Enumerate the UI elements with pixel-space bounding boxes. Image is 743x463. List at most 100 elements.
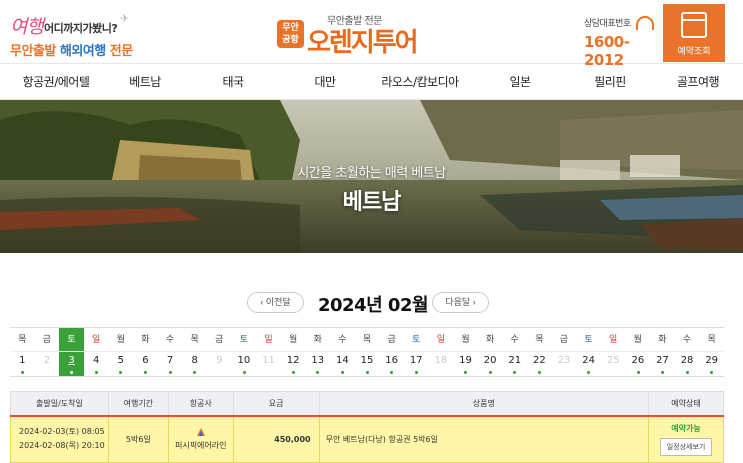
- calendar-day-label: 2: [43, 355, 51, 366]
- headset-icon: [636, 16, 654, 30]
- calendar-day[interactable]: 목1: [10, 328, 35, 376]
- calendar-day[interactable]: 화6: [133, 328, 158, 376]
- nav-item-taiwan[interactable]: 대만: [288, 64, 362, 99]
- detail-button[interactable]: 일정상세보기: [659, 437, 713, 456]
- calendar-day-number: 3: [59, 352, 84, 376]
- calendar-day[interactable]: 화 20: [477, 328, 503, 376]
- next-month-button[interactable]: 다음달 ›: [432, 292, 489, 313]
- col-header-product: 상품명: [318, 391, 650, 416]
- calendar-day[interactable]: 월5: [108, 328, 134, 376]
- cell-airline: 퍼시픽에어라인: [167, 414, 234, 463]
- calendar-day[interactable]: 금2: [34, 328, 60, 376]
- reservation-lookup-button[interactable]: 예약조회: [663, 4, 725, 62]
- calendar-strip: 목 1 금 2 토 3 일 4 월 5 화 6 수 7 목 8 금 9 토 10 일 11 월 12 화 13 수 14 목 15 금 16 토…: [10, 327, 724, 377]
- calendar-day-number: 12: [281, 352, 306, 376]
- calendar-day[interactable]: 일 25: [600, 328, 626, 376]
- calendar-day-number: 7: [158, 352, 183, 376]
- calendar-weekday: 목: [354, 328, 380, 352]
- calendar-day[interactable]: 수 28: [674, 328, 700, 376]
- table-row[interactable]: 2024-02-03(토) 08:05 2024-02-08(목) 20:10 …: [10, 414, 724, 463]
- calendar-day-label: 18: [434, 355, 448, 366]
- calendar-day-label: 4: [92, 355, 100, 366]
- calendar-day[interactable]: 토 17: [403, 328, 429, 376]
- calendar-weekday: 목: [527, 328, 552, 352]
- nav-item-philippines[interactable]: 필리핀: [562, 64, 658, 99]
- col-header-status: 예약상태: [648, 391, 724, 416]
- hero-subtitle: 시간을 초월하는 매력 베트남: [297, 166, 446, 181]
- orange-tour-logo[interactable]: 무안 공항 무안출발 전문 오렌지투어: [277, 10, 437, 58]
- calendar-day[interactable]: 화 13: [305, 328, 331, 376]
- calendar-weekday: 목: [182, 328, 207, 352]
- calendar-day[interactable]: 화 27: [650, 328, 675, 376]
- calendar-day[interactable]: 토 10: [231, 328, 257, 376]
- nav-item-thailand[interactable]: 태국: [178, 64, 288, 99]
- calendar-day-label: 25: [606, 355, 620, 366]
- calendar-day[interactable]: 일 11: [256, 328, 281, 376]
- calendar-day[interactable]: 수 21: [502, 328, 528, 376]
- calendar-weekday: 토: [59, 328, 84, 352]
- nav-item-vietnam[interactable]: 베트남: [112, 64, 178, 99]
- calendar-check-icon: [681, 12, 707, 38]
- calendar-day[interactable]: 토3: [59, 328, 84, 376]
- calendar-day[interactable]: 토 24: [576, 328, 601, 376]
- prev-month-button[interactable]: ‹ 이전달: [247, 292, 304, 313]
- nav-item-japan[interactable]: 일본: [478, 64, 562, 99]
- calendar-day[interactable]: 월 26: [625, 328, 651, 376]
- calendar-day[interactable]: 월 19: [453, 328, 478, 376]
- calendar-day-label: 19: [459, 355, 472, 366]
- calendar-day[interactable]: 일4: [83, 328, 109, 376]
- calendar-day[interactable]: 월 12: [280, 328, 306, 376]
- chevron-left-icon: ‹: [260, 297, 264, 307]
- plane-icon: ✈: [120, 12, 130, 25]
- tour-logo[interactable]: 여행 어디까지가봤니? ✈ 무안출발 해외여행 전문: [8, 10, 158, 59]
- calendar-weekday: 일: [428, 328, 454, 352]
- calendar-day-number: 2: [35, 352, 60, 376]
- calendar-weekday: 목: [699, 328, 724, 352]
- logo-script-text: 여행: [10, 16, 44, 38]
- calendar-day[interactable]: 목 15: [354, 328, 380, 376]
- calendar-day-label: 10: [237, 355, 251, 366]
- calendar-weekday: 일: [256, 328, 281, 352]
- calendar-day-label: 14: [336, 355, 349, 366]
- calendar-weekday: 토: [231, 328, 257, 352]
- calendar-weekday: 월: [625, 328, 651, 352]
- calendar-day[interactable]: 수7: [157, 328, 183, 376]
- calendar-day[interactable]: 금 16: [379, 328, 404, 376]
- calendar-day[interactable]: 수 14: [330, 328, 355, 376]
- calendar-day-label: 28: [680, 355, 694, 366]
- calendar-day-label: 20: [483, 355, 497, 366]
- logo-bottom-3: 전문: [109, 44, 133, 59]
- nav-item-golf[interactable]: 골프여행: [658, 64, 738, 99]
- hero-title: 베트남: [342, 190, 402, 215]
- calendar-day[interactable]: 금 23: [551, 328, 577, 376]
- hero-banner: 시간을 초월하는 매력 베트남 베트남: [0, 100, 743, 253]
- calendar-day-label: 23: [557, 355, 571, 366]
- calendar-day[interactable]: 금9: [206, 328, 232, 376]
- calendar-day-label: 7: [166, 355, 174, 366]
- calendar-weekday: 화: [477, 328, 503, 352]
- calendar-day-label: 21: [508, 355, 522, 366]
- calendar-day-number: 19: [453, 352, 478, 376]
- calendar-day-label: 5: [117, 355, 124, 366]
- cell-product[interactable]: 무안 베트남(다낭) 항공권 5박6일: [318, 414, 650, 463]
- calendar-day-label: 26: [631, 355, 645, 366]
- col-header-dates: 출발일/도착일: [10, 391, 109, 416]
- calendar-weekday: 일: [83, 328, 109, 352]
- col-header-duration: 여행기간: [107, 391, 169, 416]
- calendar-day-number: 24: [576, 352, 601, 376]
- calendar-weekday: 수: [674, 328, 700, 352]
- nav-item-laos-cambodia[interactable]: 라오스/캄보디아: [362, 64, 478, 99]
- calendar-day[interactable]: 일 18: [428, 328, 454, 376]
- calendar-day-number: 15: [355, 352, 380, 376]
- calendar-day-number: 27: [650, 352, 675, 376]
- calendar-day-label: 24: [582, 355, 595, 366]
- calendar-day[interactable]: 목 29: [699, 328, 724, 376]
- calendar-day[interactable]: 목8: [182, 328, 207, 376]
- contact-number[interactable]: 1600-2012: [584, 33, 660, 69]
- nav-item-air[interactable]: 항공권/에어텔: [0, 64, 112, 99]
- calendar-day[interactable]: 목 22: [527, 328, 552, 376]
- arrive-date: 2024-02-08(목) 20:10: [19, 441, 105, 451]
- site-header: 여행 어디까지가봤니? ✈ 무안출발 해외여행 전문 무안 공항 무안출발 전문 …: [0, 0, 743, 69]
- calendar-weekday: 일: [600, 328, 626, 352]
- calendar-day-number: 21: [502, 352, 527, 376]
